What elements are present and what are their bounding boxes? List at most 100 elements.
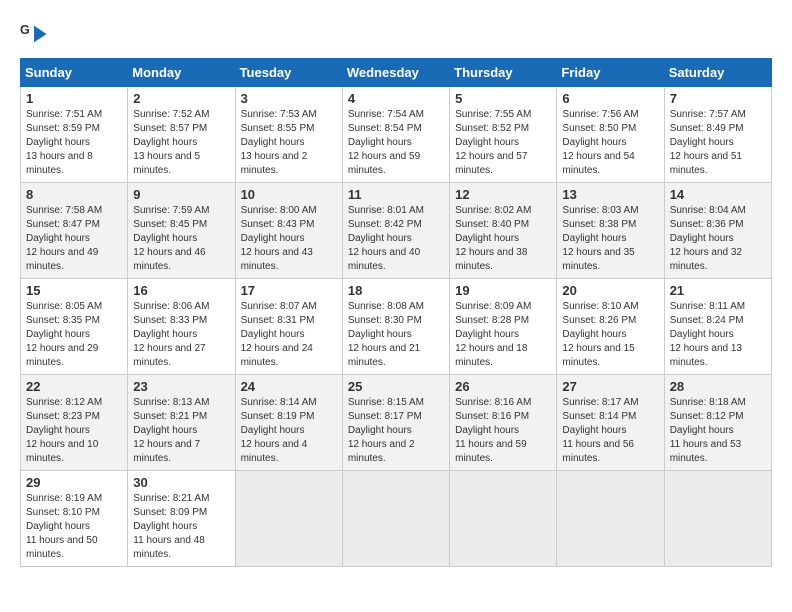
calendar-cell: 6 Sunrise: 7:56 AM Sunset: 8:50 PM Dayli… xyxy=(557,87,664,183)
header-monday: Monday xyxy=(128,59,235,87)
day-info: Sunrise: 8:17 AM Sunset: 8:14 PM Dayligh… xyxy=(562,396,658,466)
day-info: Sunrise: 8:18 AM Sunset: 8:12 PM Dayligh… xyxy=(670,396,766,466)
calendar-cell: 5 Sunrise: 7:55 AM Sunset: 8:52 PM Dayli… xyxy=(450,87,557,183)
day-number: 5 xyxy=(455,91,551,106)
day-number: 18 xyxy=(348,283,444,298)
calendar-cell: 27 Sunrise: 8:17 AM Sunset: 8:14 PM Dayl… xyxy=(557,375,664,471)
calendar-cell: 16 Sunrise: 8:06 AM Sunset: 8:33 PM Dayl… xyxy=(128,279,235,375)
day-number: 30 xyxy=(133,475,229,490)
day-info: Sunrise: 8:19 AM Sunset: 8:10 PM Dayligh… xyxy=(26,492,122,562)
calendar-cell: 17 Sunrise: 8:07 AM Sunset: 8:31 PM Dayl… xyxy=(235,279,342,375)
calendar-cell xyxy=(664,471,771,567)
day-number: 2 xyxy=(133,91,229,106)
calendar-cell: 24 Sunrise: 8:14 AM Sunset: 8:19 PM Dayl… xyxy=(235,375,342,471)
day-info: Sunrise: 8:15 AM Sunset: 8:17 PM Dayligh… xyxy=(348,396,444,466)
day-info: Sunrise: 7:57 AM Sunset: 8:49 PM Dayligh… xyxy=(670,108,766,178)
day-number: 26 xyxy=(455,379,551,394)
day-info: Sunrise: 8:04 AM Sunset: 8:36 PM Dayligh… xyxy=(670,204,766,274)
day-number: 8 xyxy=(26,187,122,202)
day-number: 19 xyxy=(455,283,551,298)
day-number: 7 xyxy=(670,91,766,106)
header-tuesday: Tuesday xyxy=(235,59,342,87)
calendar-cell xyxy=(235,471,342,567)
day-number: 29 xyxy=(26,475,122,490)
calendar-cell xyxy=(557,471,664,567)
calendar-cell: 26 Sunrise: 8:16 AM Sunset: 8:16 PM Dayl… xyxy=(450,375,557,471)
day-info: Sunrise: 8:11 AM Sunset: 8:24 PM Dayligh… xyxy=(670,300,766,370)
day-number: 11 xyxy=(348,187,444,202)
day-info: Sunrise: 8:13 AM Sunset: 8:21 PM Dayligh… xyxy=(133,396,229,466)
header-sunday: Sunday xyxy=(21,59,128,87)
calendar-cell: 23 Sunrise: 8:13 AM Sunset: 8:21 PM Dayl… xyxy=(128,375,235,471)
day-info: Sunrise: 8:01 AM Sunset: 8:42 PM Dayligh… xyxy=(348,204,444,274)
day-number: 15 xyxy=(26,283,122,298)
day-number: 25 xyxy=(348,379,444,394)
calendar-cell: 21 Sunrise: 8:11 AM Sunset: 8:24 PM Dayl… xyxy=(664,279,771,375)
calendar-week-1: 1 Sunrise: 7:51 AM Sunset: 8:59 PM Dayli… xyxy=(21,87,772,183)
day-number: 13 xyxy=(562,187,658,202)
calendar-cell: 12 Sunrise: 8:02 AM Sunset: 8:40 PM Dayl… xyxy=(450,183,557,279)
day-info: Sunrise: 8:03 AM Sunset: 8:38 PM Dayligh… xyxy=(562,204,658,274)
calendar-cell: 11 Sunrise: 8:01 AM Sunset: 8:42 PM Dayl… xyxy=(342,183,449,279)
calendar-cell: 13 Sunrise: 8:03 AM Sunset: 8:38 PM Dayl… xyxy=(557,183,664,279)
day-info: Sunrise: 8:16 AM Sunset: 8:16 PM Dayligh… xyxy=(455,396,551,466)
day-info: Sunrise: 8:10 AM Sunset: 8:26 PM Dayligh… xyxy=(562,300,658,370)
logo-icon: G xyxy=(20,20,48,48)
calendar-cell: 18 Sunrise: 8:08 AM Sunset: 8:30 PM Dayl… xyxy=(342,279,449,375)
day-info: Sunrise: 7:53 AM Sunset: 8:55 PM Dayligh… xyxy=(241,108,337,178)
day-info: Sunrise: 8:07 AM Sunset: 8:31 PM Dayligh… xyxy=(241,300,337,370)
day-info: Sunrise: 8:09 AM Sunset: 8:28 PM Dayligh… xyxy=(455,300,551,370)
calendar-cell: 20 Sunrise: 8:10 AM Sunset: 8:26 PM Dayl… xyxy=(557,279,664,375)
calendar-cell: 22 Sunrise: 8:12 AM Sunset: 8:23 PM Dayl… xyxy=(21,375,128,471)
day-number: 20 xyxy=(562,283,658,298)
calendar-week-5: 29 Sunrise: 8:19 AM Sunset: 8:10 PM Dayl… xyxy=(21,471,772,567)
calendar-cell: 28 Sunrise: 8:18 AM Sunset: 8:12 PM Dayl… xyxy=(664,375,771,471)
calendar-week-3: 15 Sunrise: 8:05 AM Sunset: 8:35 PM Dayl… xyxy=(21,279,772,375)
calendar-week-2: 8 Sunrise: 7:58 AM Sunset: 8:47 PM Dayli… xyxy=(21,183,772,279)
calendar-cell: 29 Sunrise: 8:19 AM Sunset: 8:10 PM Dayl… xyxy=(21,471,128,567)
calendar-cell: 9 Sunrise: 7:59 AM Sunset: 8:45 PM Dayli… xyxy=(128,183,235,279)
day-info: Sunrise: 8:00 AM Sunset: 8:43 PM Dayligh… xyxy=(241,204,337,274)
header-thursday: Thursday xyxy=(450,59,557,87)
svg-text:G: G xyxy=(20,23,30,37)
header-friday: Friday xyxy=(557,59,664,87)
calendar-cell: 3 Sunrise: 7:53 AM Sunset: 8:55 PM Dayli… xyxy=(235,87,342,183)
header-wednesday: Wednesday xyxy=(342,59,449,87)
day-info: Sunrise: 8:02 AM Sunset: 8:40 PM Dayligh… xyxy=(455,204,551,274)
calendar-cell: 2 Sunrise: 7:52 AM Sunset: 8:57 PM Dayli… xyxy=(128,87,235,183)
day-number: 1 xyxy=(26,91,122,106)
day-number: 6 xyxy=(562,91,658,106)
day-number: 21 xyxy=(670,283,766,298)
day-number: 16 xyxy=(133,283,229,298)
page-header: G xyxy=(20,20,772,48)
day-info: Sunrise: 8:21 AM Sunset: 8:09 PM Dayligh… xyxy=(133,492,229,562)
calendar-header-row: SundayMondayTuesdayWednesdayThursdayFrid… xyxy=(21,59,772,87)
day-number: 28 xyxy=(670,379,766,394)
day-number: 10 xyxy=(241,187,337,202)
calendar-week-4: 22 Sunrise: 8:12 AM Sunset: 8:23 PM Dayl… xyxy=(21,375,772,471)
day-info: Sunrise: 8:08 AM Sunset: 8:30 PM Dayligh… xyxy=(348,300,444,370)
calendar-cell xyxy=(342,471,449,567)
day-number: 14 xyxy=(670,187,766,202)
logo: G xyxy=(20,20,52,48)
day-info: Sunrise: 7:51 AM Sunset: 8:59 PM Dayligh… xyxy=(26,108,122,178)
calendar-cell: 15 Sunrise: 8:05 AM Sunset: 8:35 PM Dayl… xyxy=(21,279,128,375)
day-info: Sunrise: 7:52 AM Sunset: 8:57 PM Dayligh… xyxy=(133,108,229,178)
calendar-cell: 19 Sunrise: 8:09 AM Sunset: 8:28 PM Dayl… xyxy=(450,279,557,375)
day-number: 23 xyxy=(133,379,229,394)
day-info: Sunrise: 8:06 AM Sunset: 8:33 PM Dayligh… xyxy=(133,300,229,370)
day-info: Sunrise: 7:54 AM Sunset: 8:54 PM Dayligh… xyxy=(348,108,444,178)
calendar-table: SundayMondayTuesdayWednesdayThursdayFrid… xyxy=(20,58,772,567)
calendar-cell xyxy=(450,471,557,567)
day-info: Sunrise: 8:12 AM Sunset: 8:23 PM Dayligh… xyxy=(26,396,122,466)
day-number: 12 xyxy=(455,187,551,202)
calendar-body: 1 Sunrise: 7:51 AM Sunset: 8:59 PM Dayli… xyxy=(21,87,772,567)
calendar-cell: 8 Sunrise: 7:58 AM Sunset: 8:47 PM Dayli… xyxy=(21,183,128,279)
calendar-cell: 7 Sunrise: 7:57 AM Sunset: 8:49 PM Dayli… xyxy=(664,87,771,183)
calendar-cell: 14 Sunrise: 8:04 AM Sunset: 8:36 PM Dayl… xyxy=(664,183,771,279)
calendar-cell: 4 Sunrise: 7:54 AM Sunset: 8:54 PM Dayli… xyxy=(342,87,449,183)
day-number: 3 xyxy=(241,91,337,106)
day-info: Sunrise: 7:56 AM Sunset: 8:50 PM Dayligh… xyxy=(562,108,658,178)
day-number: 24 xyxy=(241,379,337,394)
calendar-cell: 30 Sunrise: 8:21 AM Sunset: 8:09 PM Dayl… xyxy=(128,471,235,567)
